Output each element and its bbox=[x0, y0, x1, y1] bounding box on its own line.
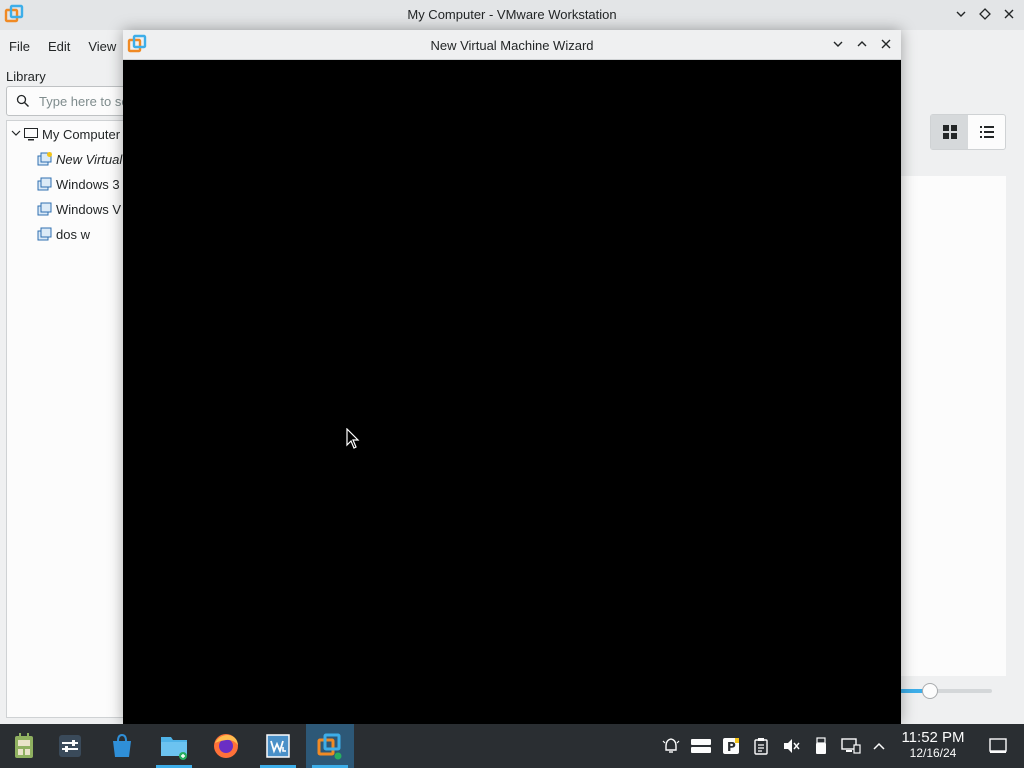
tree-item-vm[interactable]: dos w bbox=[37, 223, 90, 245]
slider-thumb[interactable] bbox=[922, 683, 938, 699]
search-icon bbox=[16, 94, 29, 107]
vm-icon bbox=[37, 227, 52, 241]
vmware-player-icon[interactable] bbox=[306, 724, 354, 768]
mouse-cursor-icon bbox=[346, 428, 360, 449]
clock-date: 12/16/24 bbox=[909, 746, 957, 760]
grid-view-icon[interactable] bbox=[931, 115, 968, 149]
menu-view[interactable]: View bbox=[79, 34, 125, 60]
clock[interactable]: 11:52 PM 12/16/24 bbox=[894, 730, 972, 761]
chevron-up-icon[interactable] bbox=[867, 724, 891, 768]
new-vm-wizard-dialog: New Virtual Machine Wizard bbox=[123, 30, 901, 724]
taskbar: P 11:52 PM 12/16/24 bbox=[0, 724, 1024, 768]
volume-muted-icon[interactable] bbox=[779, 724, 803, 768]
tree-label: My Computer bbox=[42, 126, 121, 142]
package-updates-icon[interactable]: P bbox=[719, 724, 743, 768]
tree-label: dos w bbox=[56, 226, 90, 242]
clock-time: 11:52 PM bbox=[901, 729, 965, 746]
wizard-content-area bbox=[123, 60, 901, 724]
content-panel bbox=[900, 176, 1006, 676]
chevron-down-icon[interactable] bbox=[9, 128, 23, 141]
computer-icon bbox=[24, 128, 38, 141]
close-icon[interactable] bbox=[877, 35, 895, 53]
wizard-titlebar[interactable]: New Virtual Machine Wizard bbox=[123, 30, 901, 60]
close-icon[interactable] bbox=[1000, 5, 1018, 23]
view-mode-toggle bbox=[930, 114, 1006, 150]
menu-edit[interactable]: Edit bbox=[39, 34, 79, 60]
menu-file[interactable]: File bbox=[0, 34, 39, 60]
storage-devices-icon[interactable] bbox=[689, 724, 713, 768]
vm-icon bbox=[37, 202, 52, 216]
tree-label: Windows 3 bbox=[56, 176, 120, 192]
discover-store-icon[interactable] bbox=[98, 724, 146, 768]
list-view-icon[interactable] bbox=[968, 115, 1005, 149]
menubar: File Edit View bbox=[0, 34, 125, 60]
vm-new-icon bbox=[37, 152, 52, 166]
show-desktop-icon[interactable] bbox=[986, 724, 1010, 768]
tree-item-my-computer[interactable]: My Computer bbox=[9, 123, 120, 145]
tree-item-vm[interactable]: Windows 3 bbox=[37, 173, 120, 195]
system-settings-icon[interactable] bbox=[46, 724, 94, 768]
notifications-icon[interactable] bbox=[659, 724, 683, 768]
minimize-icon[interactable] bbox=[829, 35, 847, 53]
application-launcher-icon[interactable] bbox=[0, 724, 48, 768]
wizard-title: New Virtual Machine Wizard bbox=[430, 38, 594, 53]
svg-text:P: P bbox=[727, 740, 736, 754]
dolphin-file-manager-icon[interactable] bbox=[150, 724, 198, 768]
firefox-icon[interactable] bbox=[202, 724, 250, 768]
vmware-workstation-icon[interactable] bbox=[254, 724, 302, 768]
main-titlebar[interactable]: My Computer - VMware Workstation bbox=[0, 0, 1024, 30]
maximize-icon[interactable] bbox=[853, 35, 871, 53]
network-wired-icon[interactable] bbox=[839, 724, 863, 768]
vm-icon bbox=[37, 177, 52, 191]
tree-item-vm[interactable]: Windows V bbox=[37, 198, 121, 220]
zoom-slider[interactable] bbox=[900, 683, 994, 699]
clipboard-icon[interactable] bbox=[749, 724, 773, 768]
library-label: Library bbox=[6, 69, 46, 84]
restore-icon[interactable] bbox=[976, 5, 994, 23]
main-window-title: My Computer - VMware Workstation bbox=[407, 7, 617, 22]
minimize-icon[interactable] bbox=[952, 5, 970, 23]
usb-device-icon[interactable] bbox=[809, 724, 833, 768]
tree-label: Windows V bbox=[56, 201, 122, 217]
